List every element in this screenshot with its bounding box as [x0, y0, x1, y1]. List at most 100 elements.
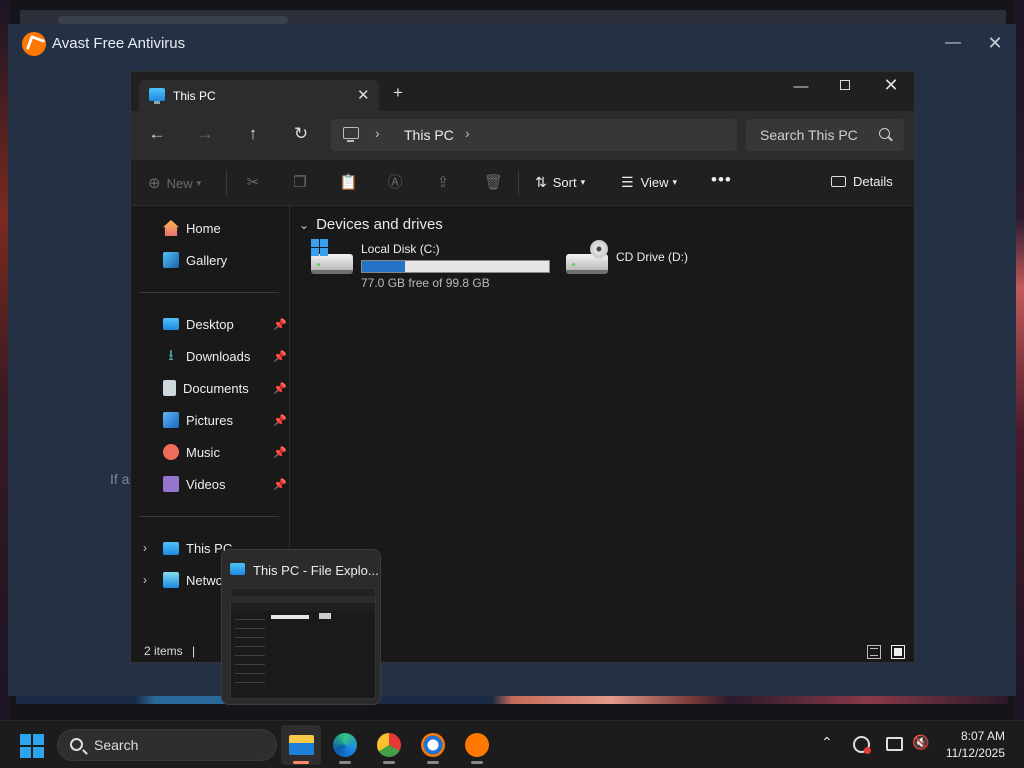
sidebar-item-gallery[interactable]: Gallery [163, 248, 227, 272]
taskbar-preview[interactable]: This PC - File Explo... [221, 549, 381, 705]
share-icon[interactable]: ⇪ [435, 175, 451, 191]
clock-time[interactable]: 8:07 AM [943, 729, 1005, 743]
pin-icon[interactable]: 📌 [273, 478, 287, 491]
pin-icon[interactable]: 📌 [273, 414, 287, 427]
this-pc-icon [149, 88, 165, 104]
back-button[interactable]: ← [147, 124, 167, 144]
tab-bar: This PC ✕ + — ✕ [131, 72, 914, 111]
start-button[interactable] [20, 734, 44, 758]
home-icon [163, 220, 179, 236]
close-button[interactable]: ✕ [881, 75, 901, 96]
sidebar-item-downloads[interactable]: ⭳ Downloads [163, 344, 250, 368]
minimize-button[interactable]: — [791, 78, 811, 95]
network-icon[interactable] [886, 737, 903, 751]
maximize-button[interactable] [840, 80, 850, 90]
rename-icon[interactable]: Ⓐ [387, 175, 403, 191]
file-explorer-icon [289, 735, 314, 755]
address-bar[interactable]: › This PC › [331, 119, 737, 151]
tiles-view-icon[interactable] [891, 645, 905, 659]
new-button[interactable]: ⊕ New ▾ [148, 174, 201, 192]
preview-thumbnail[interactable] [230, 588, 376, 699]
sidebar-item-label: Music [186, 444, 220, 460]
cut-icon[interactable]: ✂ [245, 175, 261, 191]
gallery-icon [163, 252, 179, 268]
taskbar-search[interactable]: Search [57, 729, 277, 761]
details-button[interactable]: Details [831, 174, 893, 189]
pin-icon[interactable]: 📌 [273, 350, 287, 363]
pin-icon[interactable]: 📌 [273, 382, 287, 395]
copy-icon[interactable]: ❐ [292, 175, 308, 191]
refresh-button[interactable]: ↻ [291, 124, 311, 144]
new-label: New [166, 175, 193, 191]
documents-icon [163, 380, 176, 396]
tab-this-pc[interactable]: This PC ✕ [139, 80, 379, 111]
clock-date[interactable]: 11/12/2025 [943, 746, 1005, 760]
more-options-icon[interactable]: ••• [711, 170, 732, 190]
volume-muted-icon[interactable]: 🔇 [912, 734, 929, 751]
taskbar-avast-antivirus[interactable] [457, 725, 497, 765]
network-icon [163, 572, 179, 588]
chevron-right-icon[interactable]: › [143, 541, 147, 555]
show-hidden-icons-chevron-icon[interactable]: ⌃ [821, 734, 833, 751]
breadcrumb-this-pc[interactable]: This PC [404, 127, 454, 143]
paste-icon[interactable]: 📋 [339, 175, 358, 191]
details-pane-icon [831, 176, 846, 187]
drive-free-space: 77.0 GB free of 99.8 GB [361, 276, 490, 290]
background-window-tab [58, 16, 288, 24]
new-tab-button[interactable]: + [393, 83, 403, 103]
divider [226, 170, 227, 196]
chrome-beta-icon [377, 733, 401, 757]
sidebar-item-home[interactable]: Home [163, 216, 221, 240]
chevron-down-icon: ⌄ [299, 217, 310, 232]
pictures-icon [163, 412, 179, 428]
chevron-right-icon[interactable]: › [465, 125, 470, 141]
videos-icon [163, 476, 179, 492]
drive-local-disk-c[interactable]: Local Disk (C:) 77.0 GB free of 99.8 GB [311, 239, 551, 292]
sidebar-item-documents[interactable]: Documents [163, 376, 249, 400]
sidebar-item-music[interactable]: Music [163, 440, 220, 464]
pin-icon[interactable]: 📌 [273, 318, 287, 331]
sort-button[interactable]: ⇅ Sort ▾ [535, 174, 585, 191]
search-placeholder: Search This PC [760, 127, 858, 143]
drive-name: CD Drive (D:) [616, 250, 688, 264]
up-button[interactable]: ↑ [243, 124, 263, 144]
taskbar-chrome-beta[interactable] [369, 725, 409, 765]
running-indicator [427, 761, 439, 764]
avast-titlebar: Avast Free Antivirus — ✕ [8, 24, 1016, 64]
view-button[interactable]: ☰ View ▾ [621, 174, 677, 191]
sidebar-item-network[interactable]: Netwo [163, 568, 223, 592]
details-view-icon[interactable] [867, 645, 881, 659]
sync-alert-icon[interactable] [853, 736, 871, 754]
avast-title: Avast Free Antivirus [52, 35, 186, 52]
sidebar-item-label: Documents [183, 380, 249, 396]
windows-logo-icon [311, 239, 329, 257]
sidebar-item-label: Home [186, 220, 221, 236]
running-indicator [339, 761, 351, 764]
chevron-right-icon[interactable]: › [375, 125, 380, 141]
drive-cd-drive-d[interactable]: CD Drive (D:) [566, 240, 726, 292]
running-indicator [293, 761, 309, 764]
tab-close-icon[interactable]: ✕ [357, 86, 370, 104]
forward-button[interactable]: → [195, 124, 215, 144]
downloads-icon: ⭳ [168, 347, 174, 364]
sidebar-item-pictures[interactable]: Pictures [163, 408, 233, 432]
computer-icon [343, 127, 359, 142]
view-label: View [640, 175, 669, 190]
search-input[interactable]: Search This PC [746, 119, 904, 151]
close-button[interactable]: ✕ [984, 32, 1006, 54]
sidebar-item-videos[interactable]: Videos [163, 472, 226, 496]
view-icon: ☰ [621, 174, 634, 190]
sidebar-item-label: Netwo [186, 572, 223, 588]
chevron-right-icon[interactable]: › [143, 573, 147, 587]
group-header[interactable]: ⌄ Devices and drives [299, 216, 443, 233]
minimize-button[interactable]: — [942, 32, 964, 54]
sidebar-item-desktop[interactable]: Desktop [163, 312, 234, 336]
disc-icon [590, 240, 608, 258]
delete-icon[interactable]: 🗑 [484, 175, 503, 191]
chevron-down-icon: ▾ [196, 177, 202, 188]
taskbar-avast-browser[interactable] [413, 725, 453, 765]
taskbar-file-explorer[interactable] [281, 725, 321, 765]
taskbar-edge[interactable] [325, 725, 365, 765]
tab-label: This PC [173, 89, 216, 103]
pin-icon[interactable]: 📌 [273, 446, 287, 459]
